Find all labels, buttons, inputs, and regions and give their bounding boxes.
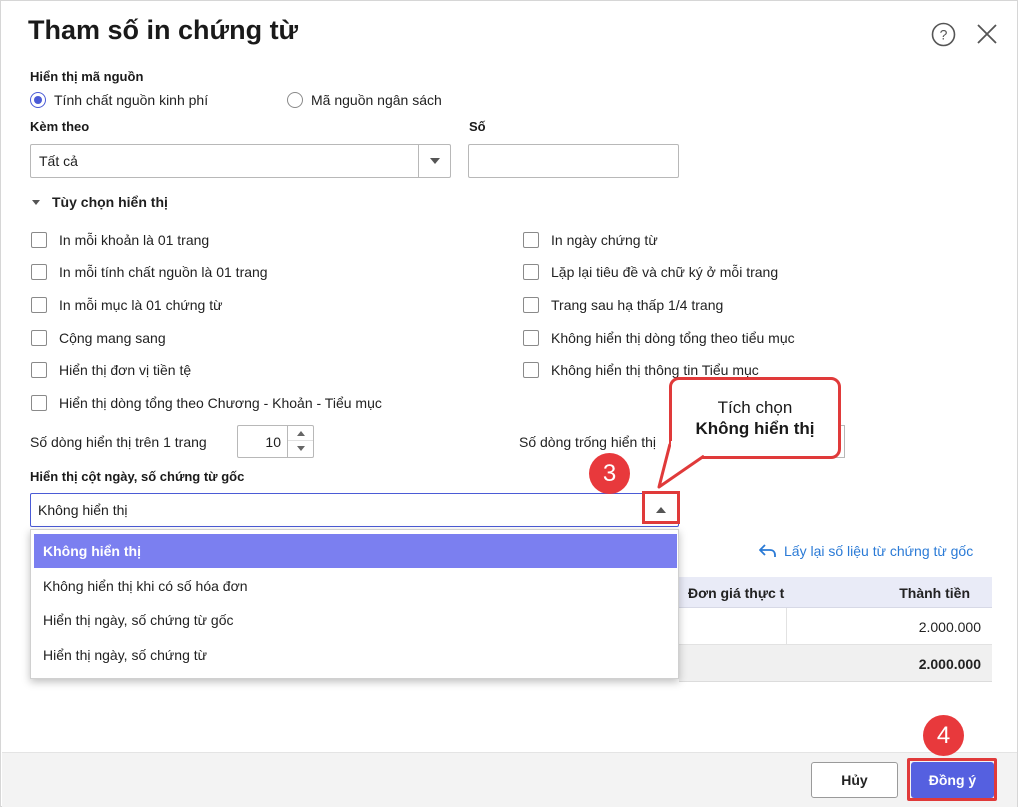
step-badge-4: 4	[923, 715, 964, 756]
refresh-from-source-link[interactable]: Lấy lại số liệu từ chứng từ gốc	[759, 543, 973, 559]
dropdown-option[interactable]: Hiển thị ngày, số chứng từ	[34, 638, 677, 672]
date-column-value: Không hiển thị	[38, 502, 128, 518]
decrement-icon[interactable]	[288, 441, 313, 456]
radio-funding-nature[interactable]: Tính chất nguồn kinh phí	[30, 92, 208, 108]
svg-text:?: ?	[940, 27, 948, 43]
checkbox-item[interactable]: Không hiển thị thông tin Tiểu mục	[523, 362, 759, 378]
display-options-label: Tùy chọn hiển thị	[52, 194, 168, 210]
checkbox-item[interactable]: In mỗi tính chất nguồn là 01 trang	[31, 264, 268, 280]
checkbox-icon[interactable]	[523, 330, 539, 346]
number-input[interactable]	[468, 144, 679, 178]
caret-down-icon	[32, 199, 40, 205]
help-icon[interactable]: ?	[931, 22, 956, 47]
column-header[interactable]: Đơn giá thực t	[688, 585, 786, 601]
radio-label: Tính chất nguồn kinh phí	[54, 92, 209, 108]
callout-pointer	[657, 441, 705, 489]
number-label: Số	[469, 119, 486, 134]
checkbox-icon[interactable]	[31, 264, 47, 280]
attach-select[interactable]: Tất cả	[30, 144, 451, 178]
checkbox-item[interactable]: Hiển thị dòng tổng theo Chương - Khoản -…	[31, 395, 382, 411]
date-column-select[interactable]: Không hiển thị	[30, 493, 679, 527]
checkbox-label: In mỗi mục là 01 chứng từ	[59, 297, 223, 313]
grid-header: Đơn giá thực t Thành tiền	[679, 577, 992, 608]
checkbox-item[interactable]: In ngày chứng từ	[523, 232, 658, 248]
checkbox-label: Lặp lại tiêu đề và chữ ký ở mỗi trang	[551, 264, 779, 280]
rows-per-page-stepper[interactable]: 10	[237, 425, 314, 458]
dropdown-option[interactable]: Không hiển thị khi có số hóa đơn	[34, 569, 677, 603]
blank-rows-label: Số dòng trống hiển thị	[519, 434, 656, 450]
display-options-toggle[interactable]: Tùy chọn hiển thị	[32, 194, 168, 210]
checkbox-icon[interactable]	[523, 232, 539, 248]
radio-label: Mã nguồn ngân sách	[311, 92, 442, 108]
radio-budget-source[interactable]: Mã nguồn ngân sách	[287, 92, 442, 108]
detail-grid: Đơn giá thực t Thành tiền 2.000.000 2.00…	[679, 577, 992, 683]
checkbox-label: Hiển thị dòng tổng theo Chương - Khoản -…	[59, 395, 382, 411]
step-badge-3: 3	[589, 453, 630, 494]
checkbox-label: In mỗi tính chất nguồn là 01 trang	[59, 264, 268, 280]
rows-per-page-value: 10	[265, 434, 281, 450]
total-amount: 2.000.000	[918, 656, 981, 672]
checkbox-label: Không hiển thị dòng tổng theo tiểu mục	[551, 330, 795, 346]
radio-unselected-icon	[287, 92, 303, 108]
checkbox-label: Hiển thị đơn vị tiền tệ	[59, 362, 192, 378]
table-row[interactable]: 2.000.000	[679, 608, 992, 645]
attach-select-value: Tất cả	[39, 153, 78, 169]
date-column-dropdown: Không hiển thị Không hiển thị khi có số …	[30, 529, 679, 679]
source-display-label: Hiển thị mã nguồn	[30, 69, 144, 84]
checkbox-label: Cộng mang sang	[59, 330, 166, 346]
chevron-down-icon[interactable]	[418, 145, 450, 177]
checkbox-icon[interactable]	[31, 297, 47, 313]
date-column-label: Hiển thị cột ngày, số chứng từ gốc	[30, 469, 245, 484]
checkbox-label: In mỗi khoản là 01 trang	[59, 232, 210, 248]
checkbox-icon[interactable]	[31, 232, 47, 248]
refresh-link-label: Lấy lại số liệu từ chứng từ gốc	[784, 543, 974, 559]
checkbox-label: In ngày chứng từ	[551, 232, 658, 248]
checkbox-item[interactable]: In mỗi khoản là 01 trang	[31, 232, 209, 248]
cancel-button[interactable]: Hủy	[811, 762, 898, 798]
checkbox-item[interactable]: Trang sau hạ thấp 1/4 trang	[523, 297, 723, 313]
ok-button[interactable]: Đồng ý	[911, 762, 994, 798]
checkbox-label: Không hiển thị thông tin Tiểu mục	[551, 362, 759, 378]
checkbox-icon[interactable]	[523, 362, 539, 378]
checkbox-label: Trang sau hạ thấp 1/4 trang	[551, 297, 724, 313]
checkbox-icon[interactable]	[31, 330, 47, 346]
attach-label: Kèm theo	[30, 119, 90, 134]
close-icon[interactable]	[975, 22, 999, 46]
checkbox-icon[interactable]	[31, 362, 47, 378]
callout-emphasis: Không hiển thị	[695, 419, 815, 438]
column-header[interactable]: Thành tiền	[899, 585, 970, 601]
amount-cell: 2.000.000	[918, 619, 981, 635]
checkbox-item[interactable]: In mỗi mục là 01 chứng từ	[31, 297, 222, 313]
dropdown-option[interactable]: Hiển thị ngày, số chứng từ gốc	[34, 603, 677, 637]
checkbox-item[interactable]: Hiển thị đơn vị tiền tệ	[31, 362, 191, 378]
dropdown-option[interactable]: Không hiển thị	[34, 534, 677, 568]
rows-per-page-label: Số dòng hiển thị trên 1 trang	[30, 434, 207, 450]
radio-selected-icon	[30, 92, 46, 108]
checkbox-item[interactable]: Lặp lại tiêu đề và chữ ký ở mỗi trang	[523, 264, 778, 280]
callout-text: Tích chọn	[717, 398, 793, 417]
undo-arrow-icon	[759, 544, 776, 557]
checkbox-icon[interactable]	[523, 264, 539, 280]
checkbox-icon[interactable]	[523, 297, 539, 313]
dialog-title: Tham số in chứng từ	[28, 15, 299, 45]
checkbox-icon[interactable]	[31, 395, 47, 411]
total-row: 2.000.000	[679, 645, 992, 682]
checkbox-item[interactable]: Không hiển thị dòng tổng theo tiểu mục	[523, 330, 795, 346]
checkbox-item[interactable]: Cộng mang sang	[31, 330, 166, 346]
increment-icon[interactable]	[288, 426, 313, 441]
print-params-dialog: Tham số in chứng từ ? Hiển thị mã nguồn …	[0, 0, 1018, 807]
chevron-up-icon[interactable]	[644, 494, 678, 526]
